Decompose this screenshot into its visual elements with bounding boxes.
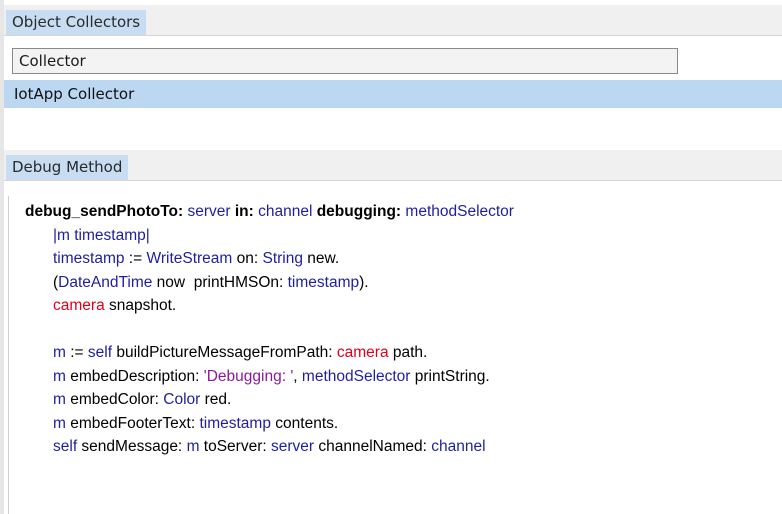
code-token: |m timestamp|: [53, 226, 150, 244]
code-token: DateAndTime: [58, 273, 153, 291]
code-token: new.: [303, 250, 340, 267]
code-token: m: [53, 391, 66, 408]
code-token: timestamp: [199, 414, 271, 432]
object-collectors-header: Object Collectors: [4, 5, 782, 36]
code-token: in:: [234, 203, 254, 220]
code-token: ).: [359, 273, 369, 291]
code-token: Color: [163, 391, 201, 408]
code-token: camera: [53, 297, 105, 314]
code-line: m embedDescription: 'Debugging: ', metho…: [25, 365, 782, 389]
code-token: server: [270, 438, 315, 455]
code-line: self sendMessage: m toServer: server cha…: [25, 435, 782, 459]
window-left-edge: [0, 0, 4, 514]
method-source[interactable]: debug_sendPhotoTo: server in: channel de…: [25, 200, 782, 459]
code-token: embedFooterText:: [65, 414, 200, 432]
code-token: timestamp: [53, 250, 125, 267]
code-token: contents.: [270, 414, 339, 432]
code-token: now printHMSOn:: [152, 273, 288, 291]
code-token: snapshot.: [104, 297, 177, 314]
code-token: WriteStream: [146, 250, 233, 267]
code-token: methodSelector: [405, 203, 514, 220]
code-token: toServer:: [199, 438, 271, 455]
code-token: m: [53, 414, 66, 432]
debug-method-header: Debug Method: [4, 150, 782, 181]
code-token: embedColor:: [65, 391, 164, 408]
code-token: timestamp: [287, 273, 360, 291]
collector-list-item[interactable]: IotApp Collector: [4, 80, 782, 108]
code-token: camera: [336, 344, 389, 361]
code-line: (DateAndTime now printHMSOn: timestamp).: [25, 271, 782, 295]
code-token: :=: [124, 250, 147, 267]
code-editor[interactable]: debug_sendPhotoTo: server in: channel de…: [8, 196, 782, 514]
code-token: channelNamed:: [314, 438, 432, 455]
code-token: debugging:: [316, 203, 402, 220]
code-token: 'Debugging: ': [203, 367, 294, 385]
code-token: on:: [232, 250, 263, 267]
code-line: m := self buildPictureMessageFromPath: c…: [25, 341, 782, 365]
code-line: m embedFooterText: timestamp contents.: [25, 412, 782, 436]
code-line: |m timestamp|: [25, 224, 782, 248]
code-token: self: [87, 344, 113, 361]
code-token: buildPictureMessageFromPath:: [112, 344, 337, 361]
code-token: m: [53, 367, 66, 385]
code-token: debug_sendPhotoTo:: [25, 203, 184, 220]
code-token: m: [53, 344, 66, 361]
code-token: server: [187, 203, 231, 220]
code-token: embedDescription:: [65, 367, 204, 385]
code-line: camera snapshot.: [25, 294, 782, 318]
code-token: red.: [200, 391, 232, 408]
code-token: path.: [388, 344, 428, 361]
code-token: sendMessage:: [77, 438, 187, 455]
code-token: channel: [431, 438, 486, 455]
code-line: debug_sendPhotoTo: server in: channel de…: [25, 200, 782, 224]
code-token: printString.: [410, 367, 490, 385]
code-line: timestamp := WriteStream on: String new.: [25, 247, 782, 271]
debug-method-tab[interactable]: Debug Method: [6, 155, 129, 180]
code-token: methodSelector: [301, 367, 411, 385]
code-line: m embedColor: Color red.: [25, 388, 782, 412]
object-collectors-tab[interactable]: Object Collectors: [6, 10, 147, 35]
code-token: ,: [293, 367, 302, 385]
code-token: m: [186, 438, 200, 455]
code-token: self: [53, 438, 78, 455]
code-token: :=: [65, 344, 88, 361]
code-token: String: [262, 250, 304, 267]
code-token: channel: [258, 203, 313, 220]
collector-button[interactable]: Collector: [12, 48, 678, 74]
